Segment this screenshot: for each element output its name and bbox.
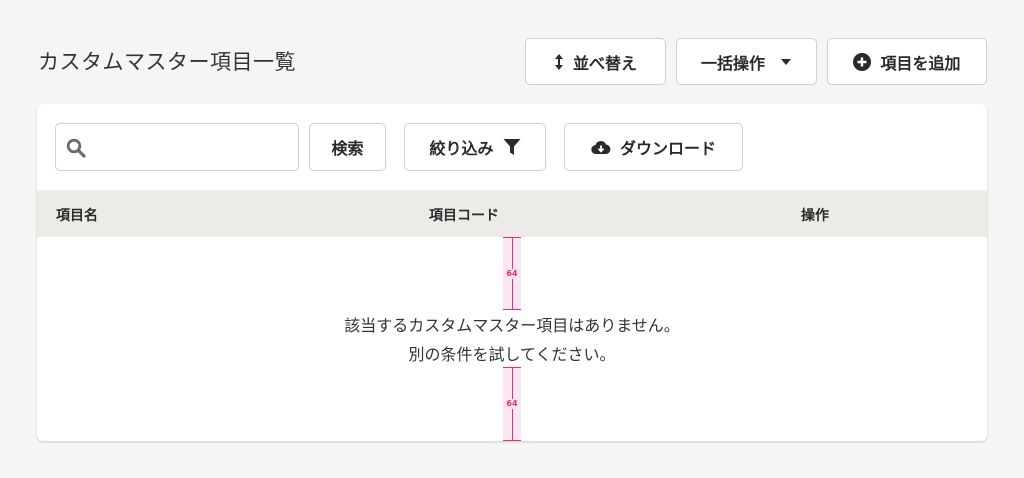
page-title: カスタムマスター項目一覧 xyxy=(38,50,296,74)
spacing-annotation-bottom: 64 xyxy=(503,367,521,441)
add-item-button[interactable]: 項目を追加 xyxy=(827,38,987,85)
master-items-card: 検索 絞り込み ダウンロード 項目名 項目コード 操作 64 該当するカスタムマ… xyxy=(37,104,987,441)
filter-icon xyxy=(503,138,521,156)
add-item-label: 項目を追加 xyxy=(880,55,961,73)
search-button[interactable]: 検索 xyxy=(309,123,386,171)
sort-button[interactable]: 並べ替え xyxy=(525,38,666,85)
column-header-item-name: 項目名 xyxy=(56,208,98,224)
search-field[interactable] xyxy=(55,123,299,171)
empty-state-message: 該当するカスタムマスター項目はありません。 xyxy=(344,316,680,335)
download-button[interactable]: ダウンロード xyxy=(564,123,743,171)
column-header-item-code: 項目コード xyxy=(429,208,499,224)
empty-state-hint: 別の条件を試してください。 xyxy=(408,345,616,364)
spacing-annotation-bottom-label: 64 xyxy=(503,399,521,409)
filter-button-label: 絞り込み xyxy=(429,141,494,158)
spacing-annotation-top: 64 xyxy=(503,237,521,310)
cloud-download-icon xyxy=(591,140,611,155)
sort-vertical-icon xyxy=(554,53,564,71)
table-header: 項目名 項目コード 操作 xyxy=(37,190,987,237)
bulk-actions-button[interactable]: 一括操作 xyxy=(676,38,817,85)
search-button-label: 検索 xyxy=(331,141,364,158)
caret-down-icon xyxy=(780,58,792,66)
spacing-annotation-top-label: 64 xyxy=(503,269,521,279)
download-button-label: ダウンロード xyxy=(619,141,716,158)
filter-button[interactable]: 絞り込み xyxy=(404,123,546,171)
bulk-actions-label: 一括操作 xyxy=(700,55,765,73)
search-icon xyxy=(66,138,86,162)
search-input[interactable] xyxy=(92,124,292,170)
column-header-actions: 操作 xyxy=(801,208,829,224)
sort-button-label: 並べ替え xyxy=(572,55,637,73)
plus-circle-icon xyxy=(853,52,872,71)
